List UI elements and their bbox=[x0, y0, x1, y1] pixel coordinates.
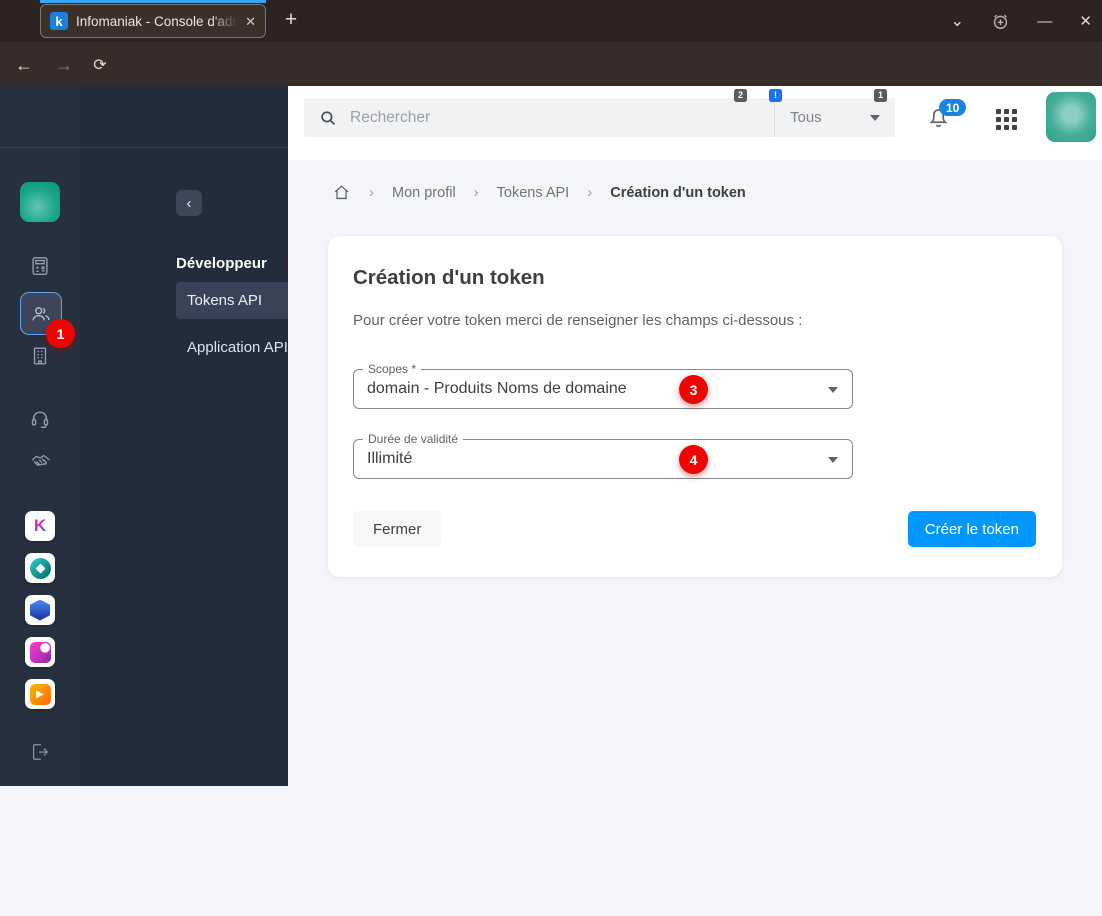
breadcrumb: › Mon profil › Tokens API › Création d'u… bbox=[332, 183, 746, 202]
browser-tab[interactable]: k Infomaniak - Console d'adm ✕ bbox=[40, 4, 266, 38]
search-icon bbox=[319, 109, 337, 127]
tab-close-icon[interactable]: ✕ bbox=[245, 15, 256, 28]
organization-logo[interactable] bbox=[20, 182, 60, 222]
section-title: Développeur bbox=[176, 255, 267, 272]
home-icon[interactable] bbox=[332, 183, 351, 202]
key-extension-badge: ! bbox=[769, 89, 782, 102]
browser-navbar: ← → ⟳ https://manager.infomaniak.com/v3/… bbox=[0, 42, 1102, 120]
caret-down-icon bbox=[828, 387, 838, 393]
search-scope-dropdown[interactable]: Tous bbox=[774, 98, 895, 137]
breadcrumb-item-tokens-api[interactable]: Tokens API bbox=[497, 185, 570, 201]
secondary-sidebar: ‹ Développeur 2 Tokens API Application A… bbox=[80, 86, 352, 786]
caret-down-icon bbox=[828, 457, 838, 463]
active-tab-indicator bbox=[40, 0, 266, 3]
breadcrumb-item-mon-profil[interactable]: Mon profil bbox=[392, 185, 456, 201]
play-app-icon: ▶ bbox=[29, 683, 51, 705]
breadcrumb-item-current: Création d'un token bbox=[610, 184, 746, 201]
create-token-button[interactable]: Créer le token bbox=[907, 511, 1036, 547]
search-input[interactable] bbox=[350, 108, 774, 127]
tab-title: Infomaniak - Console d'adm bbox=[76, 13, 238, 29]
app-header: Tous 10 bbox=[288, 86, 1102, 160]
app-tile-teal-app[interactable] bbox=[25, 553, 55, 583]
card-title: Création d'un token bbox=[353, 266, 545, 289]
apps-grid-icon[interactable] bbox=[996, 109, 1017, 130]
back-button[interactable]: ← bbox=[12, 53, 36, 77]
app-tile-kmeet[interactable] bbox=[25, 637, 55, 667]
notifications-button[interactable]: 10 bbox=[926, 99, 967, 130]
list-tabs-icon[interactable]: ⌄ bbox=[950, 11, 964, 31]
new-tab-button[interactable]: + bbox=[276, 4, 306, 36]
alarm-icon[interactable] bbox=[991, 12, 1010, 31]
logout-icon[interactable] bbox=[29, 741, 51, 763]
minimize-window-button[interactable]: — bbox=[1037, 13, 1052, 30]
validity-select[interactable]: Durée de validité Illimité 4 bbox=[353, 432, 853, 479]
cube-app-icon bbox=[30, 599, 50, 621]
close-button[interactable]: Fermer bbox=[353, 511, 442, 547]
handshake-icon[interactable] bbox=[29, 450, 53, 472]
browser-titlebar: k Infomaniak - Console d'adm ✕ + ⌄ — ✕ bbox=[0, 0, 1102, 42]
ksuite-k-icon: K bbox=[33, 516, 47, 535]
step-badge-4: 4 bbox=[679, 445, 708, 474]
breadcrumb-separator-icon: › bbox=[369, 184, 374, 201]
pink-app-icon bbox=[29, 641, 51, 663]
app-tile-ksuite[interactable]: K bbox=[25, 511, 55, 541]
teal-app-icon bbox=[29, 557, 51, 579]
scopes-select[interactable]: Scopes * domain - Produits Noms de domai… bbox=[353, 362, 853, 409]
app-tile-kdrive[interactable] bbox=[25, 595, 55, 625]
notification-count-badge: 10 bbox=[939, 99, 967, 116]
ublock-extension-badge: 1 bbox=[874, 89, 887, 102]
forward-button[interactable]: → bbox=[52, 53, 76, 77]
sidebar-divider bbox=[0, 147, 288, 148]
user-avatar[interactable] bbox=[1046, 92, 1096, 142]
token-creation-card: Création d'un token Pour créer votre tok… bbox=[328, 236, 1062, 577]
scopes-value: domain - Produits Noms de domaine bbox=[367, 380, 627, 397]
search-scope-label: Tous bbox=[790, 109, 822, 126]
icon-rail-sidebar: 1 K ▶ bbox=[0, 86, 80, 786]
breadcrumb-separator-icon: › bbox=[587, 184, 593, 201]
scopes-label: Scopes * bbox=[363, 362, 422, 376]
support-headset-icon[interactable] bbox=[29, 408, 51, 430]
collapse-sidebar-button[interactable]: ‹ bbox=[176, 190, 202, 216]
caret-down-icon bbox=[870, 114, 880, 121]
step-badge-1: 1 bbox=[46, 319, 75, 348]
validity-label: Durée de validité bbox=[363, 432, 464, 446]
titlebar-controls: ⌄ — ✕ bbox=[950, 0, 1092, 42]
app-tile-vod[interactable]: ▶ bbox=[25, 679, 55, 709]
breadcrumb-separator-icon: › bbox=[473, 184, 479, 201]
products-calculator-icon[interactable] bbox=[29, 255, 51, 277]
card-description: Pour créer votre token merci de renseign… bbox=[353, 312, 803, 329]
close-window-button[interactable]: ✕ bbox=[1079, 12, 1092, 30]
search-bar[interactable]: Tous bbox=[304, 98, 895, 137]
main-content: › Mon profil › Tokens API › Création d'u… bbox=[288, 160, 1102, 786]
reload-button[interactable]: ⟳ bbox=[88, 53, 112, 77]
infomaniak-favicon-icon: k bbox=[50, 12, 68, 30]
step-badge-3: 3 bbox=[679, 375, 708, 404]
organization-building-icon[interactable] bbox=[29, 345, 51, 367]
shield-extension-badge: 2 bbox=[734, 89, 747, 102]
